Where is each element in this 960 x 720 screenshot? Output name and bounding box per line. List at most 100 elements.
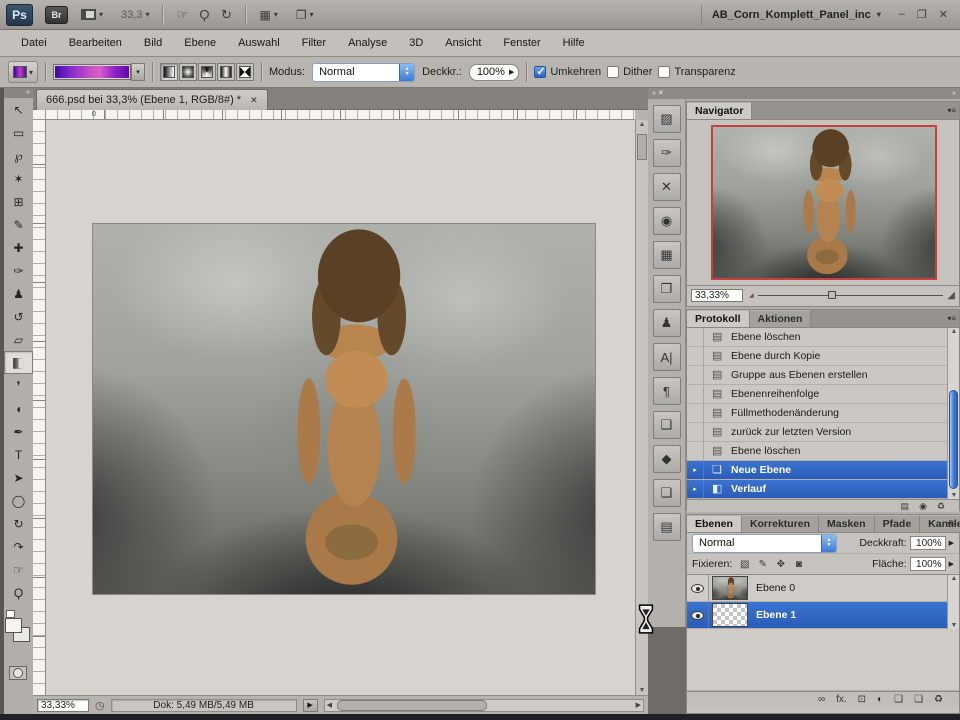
history-ebene-durch-kopie[interactable]: ▤ Ebene durch Kopie [687, 347, 959, 366]
workspace-switcher[interactable]: AB_Corn_Komplett_Panel_inc ▾ [700, 4, 891, 25]
duplicate-panel-icon[interactable]: ❏ [652, 479, 681, 507]
menu-item[interactable]: Filter [291, 30, 337, 56]
layer-thumbnail[interactable] [712, 603, 748, 627]
path-selection-tool[interactable]: ➤ [4, 466, 33, 489]
tool-preset-picker[interactable]: ▾ [8, 61, 38, 83]
3d-rotate-tool[interactable]: ↻ [4, 512, 33, 535]
layer-row[interactable]: Ebene 1 [687, 602, 959, 629]
diamond-gradient-button[interactable] [236, 63, 254, 81]
layer-comps-panel-icon[interactable]: ❑ [652, 411, 681, 439]
color-panel-icon[interactable]: ◉ [652, 207, 681, 235]
history-source-well[interactable] [687, 404, 704, 422]
history-source-well[interactable] [687, 423, 704, 441]
arrange-documents-button[interactable]: ▦ ▾ [254, 5, 282, 25]
scroll-right-icon[interactable]: ▶ [636, 701, 641, 709]
close-dock-icon[interactable]: ✕ [658, 90, 664, 97]
scroll-left-icon[interactable]: ◀ [327, 701, 332, 709]
panel-menu-icon[interactable]: ▾≡ [947, 314, 956, 323]
lock-position-icon[interactable]: ✥ [774, 559, 787, 570]
layers-scrollbar[interactable]: ▲ ▼ [947, 575, 959, 629]
menu-item[interactable]: 3D [398, 30, 434, 56]
canvas-area[interactable] [46, 120, 635, 695]
scroll-down-icon[interactable]: ▼ [948, 492, 960, 499]
brush-tool[interactable]: ✑ [4, 259, 33, 282]
new-snapshot-button[interactable]: ◉ [919, 501, 927, 512]
tab-navigator[interactable]: Navigator [687, 102, 753, 119]
paragraph-panel-icon[interactable]: ¶ [652, 377, 681, 405]
layer-blend-mode-select[interactable]: Normal ▲ ▼ [692, 533, 837, 553]
history-brush-tool[interactable]: ↺ [4, 305, 33, 328]
zoom-slider-thumb[interactable] [828, 290, 837, 299]
vertical-scroll-thumb[interactable] [637, 134, 647, 160]
rotate-view-icon[interactable]: ↻ [215, 7, 237, 23]
history-scroll-thumb[interactable] [949, 389, 958, 489]
eraser-tool[interactable]: ▱ [4, 328, 33, 351]
radial-gradient-button[interactable] [179, 63, 197, 81]
menu-item[interactable]: Bearbeiten [58, 30, 133, 56]
menu-item[interactable]: Bild [133, 30, 173, 56]
restore-button[interactable]: ❐ [917, 8, 927, 21]
tab-pfade[interactable]: Pfade [874, 515, 921, 532]
close-button[interactable]: ✕ [939, 8, 948, 21]
hand-tool[interactable]: ☞ [4, 558, 33, 581]
zoom-tool-icon[interactable]: Ϙ [193, 7, 215, 23]
dodge-tool[interactable]: ◖ [4, 397, 33, 420]
history-source-well[interactable]: ▸ [687, 461, 704, 479]
history-source-well[interactable] [687, 366, 704, 384]
default-colors-icon[interactable] [6, 610, 15, 618]
quick-mask-button[interactable] [9, 666, 27, 680]
healing-brush-tool[interactable]: ✚ [4, 236, 33, 259]
history-ebene-loeschen-1[interactable]: ▤ Ebene löschen [687, 328, 959, 347]
foreground-color-swatch[interactable] [5, 618, 22, 633]
fill-field[interactable]: 100% [909, 557, 946, 571]
zoom-level-button[interactable]: 33,3 ▾ [116, 5, 154, 25]
menu-item[interactable]: Ebene [173, 30, 227, 56]
lock-paint-icon[interactable]: ✎ [756, 559, 769, 570]
animation-panel-icon[interactable]: ◆ [652, 445, 681, 473]
tab-masken[interactable]: Masken [819, 515, 875, 532]
crop-tool[interactable]: ⊞ [4, 190, 33, 213]
scroll-down-icon[interactable]: ▼ [948, 622, 960, 629]
3d-orbit-tool[interactable]: ↷ [4, 535, 33, 558]
umkehren-checkbox[interactable]: Umkehren [534, 65, 601, 78]
tab-aktionen[interactable]: Aktionen [749, 310, 812, 327]
reflected-gradient-button[interactable] [217, 63, 235, 81]
navigator-zoom-slider[interactable]: ◢ ◢ [749, 290, 955, 301]
tab-protokoll[interactable]: Protokoll [687, 310, 750, 327]
layer-row[interactable]: Ebene 0 [687, 575, 959, 602]
history-source-well[interactable]: ▸ [687, 480, 704, 498]
character-panel-icon[interactable]: A| [652, 343, 681, 371]
clone-source-panel-icon[interactable]: ♟ [652, 309, 681, 337]
lock-transparency-icon[interactable]: ▨ [738, 559, 751, 570]
link-layers-button[interactable]: ∞ [818, 693, 825, 706]
magic-wand-tool[interactable]: ✶ [4, 167, 33, 190]
gradient-preview[interactable] [53, 64, 131, 80]
photo-panel-icon[interactable]: ▤ [652, 513, 681, 541]
gradient-tool[interactable]: ◧ [4, 351, 33, 374]
lock-all-icon[interactable]: ◙ [792, 559, 805, 570]
navigator-proxy-view[interactable] [711, 125, 937, 280]
view-extras-button[interactable]: ▾ [76, 5, 108, 25]
blend-mode-select[interactable]: Normal ▲ ▼ [312, 62, 416, 82]
marquee-tool[interactable]: ▭ [4, 121, 33, 144]
canvas-image[interactable] [93, 224, 595, 594]
horizontal-scrollbar[interactable]: ◀ ▶ [323, 698, 644, 712]
menu-item[interactable]: Auswahl [227, 30, 291, 56]
layer-style-button[interactable]: fx. [836, 693, 847, 706]
swatches-panel-icon[interactable]: ▦ [652, 241, 681, 269]
scroll-up-icon[interactable]: ▲ [948, 328, 960, 335]
close-icon[interactable]: ✕ [250, 95, 258, 106]
layer-opacity-field[interactable]: 100% [909, 536, 946, 550]
history-source-well[interactable] [687, 328, 704, 346]
scroll-up-icon[interactable]: ▲ [636, 121, 648, 128]
history-source-well[interactable] [687, 385, 704, 403]
history-fuellmethodenaenderung[interactable]: ▤ Füllmethodenänderung [687, 404, 959, 423]
tab-korrekturen[interactable]: Korrekturen [741, 515, 820, 532]
bridge-launch-button[interactable]: Br [45, 5, 68, 24]
collapse-dock-icon[interactable]: » [652, 90, 656, 97]
delete-state-button[interactable]: ♻ [937, 501, 945, 512]
zoom-out-icon[interactable]: ◢ [749, 292, 754, 299]
type-tool[interactable]: T [4, 443, 33, 466]
menu-item[interactable]: Fenster [492, 30, 551, 56]
history-zurueck-letzte-version[interactable]: ▤ zurück zur letzten Version [687, 423, 959, 442]
